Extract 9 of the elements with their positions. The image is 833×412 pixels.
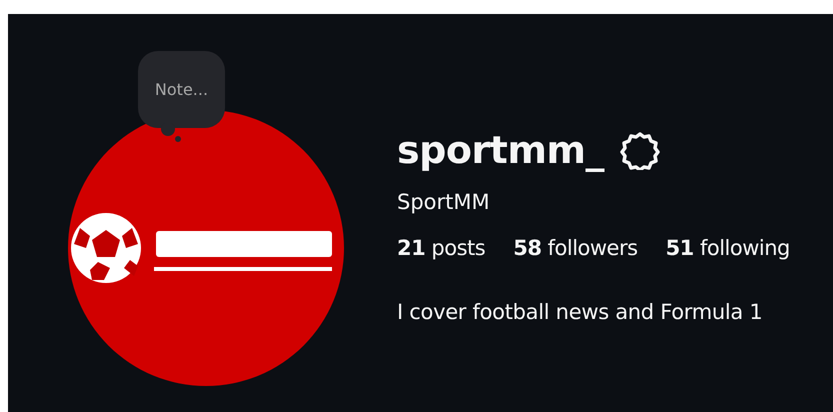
bio-text: I cover football news and Formula 1 <box>397 300 764 324</box>
stat-link[interactable]: 58 followers <box>513 236 638 260</box>
stat-link[interactable]: 51 following <box>666 236 790 260</box>
settings-icon[interactable] <box>620 130 660 170</box>
username: sportmm_ <box>397 128 604 172</box>
display-name: SportMM <box>397 190 491 214</box>
stat-link[interactable]: 21 posts <box>397 236 486 260</box>
note-placeholder: Note... <box>154 80 208 99</box>
note-bubble[interactable]: Note... <box>138 51 225 128</box>
